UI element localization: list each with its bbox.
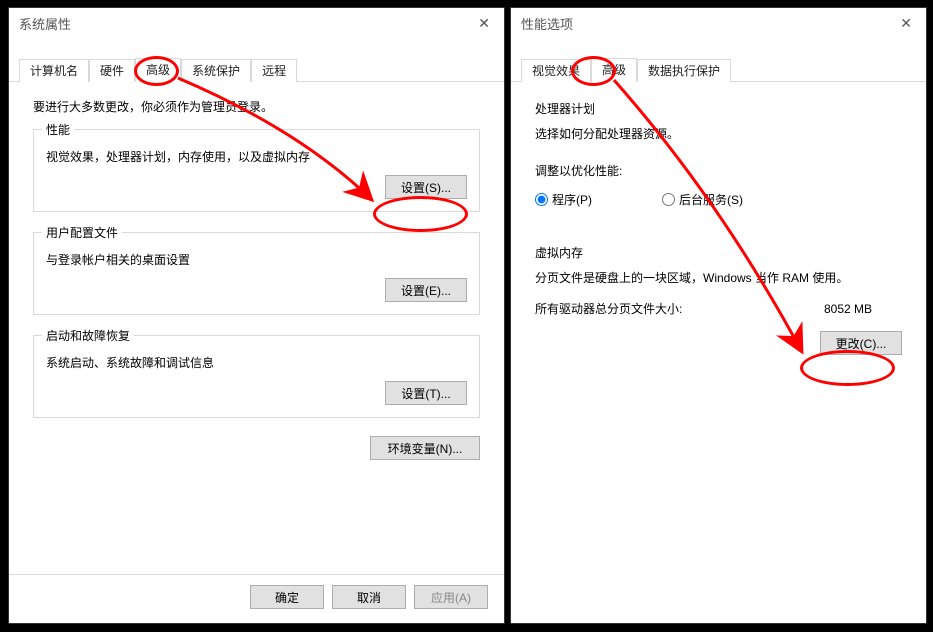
tabs-right: 视觉效果 高级 数据执行保护 <box>511 58 926 82</box>
processor-radio-row: 程序(P) 后台服务(S) <box>535 191 902 208</box>
group-performance-desc: 视觉效果，处理器计划，内存使用，以及虚拟内存 <box>46 148 467 165</box>
startup-recovery-settings-button[interactable]: 设置(T)... <box>385 381 467 405</box>
paging-total-value: 8052 MB <box>824 302 872 316</box>
cancel-button[interactable]: 取消 <box>332 585 406 609</box>
radio-programs-label: 程序(P) <box>552 191 592 208</box>
processor-scheduling-section: 处理器计划 选择如何分配处理器资源。 调整以优化性能: 程序(P) 后台服务(S… <box>535 100 902 208</box>
radio-background-services-input[interactable] <box>662 193 675 206</box>
virtual-memory-title: 虚拟内存 <box>535 244 902 261</box>
system-properties-dialog: 系统属性 ✕ 计算机名 硬件 高级 系统保护 远程 要进行大多数更改，你必须作为… <box>8 7 505 624</box>
dialog-title: 性能选项 <box>521 14 573 33</box>
processor-scheduling-title: 处理器计划 <box>535 100 902 117</box>
tab-remote[interactable]: 远程 <box>251 59 297 82</box>
tab-hardware[interactable]: 硬件 <box>89 59 135 82</box>
tabs-left: 计算机名 硬件 高级 系统保护 远程 <box>9 58 504 82</box>
close-icon[interactable]: ✕ <box>892 13 920 34</box>
vm-change-button[interactable]: 更改(C)... <box>820 331 902 355</box>
radio-background-services-label: 后台服务(S) <box>679 191 743 208</box>
tab-visual-effects[interactable]: 视觉效果 <box>521 59 591 82</box>
tab-advanced[interactable]: 高级 <box>135 58 181 82</box>
close-icon[interactable]: ✕ <box>470 13 498 34</box>
processor-scheduling-desc: 选择如何分配处理器资源。 <box>535 125 902 142</box>
virtual-memory-section: 虚拟内存 分页文件是硬盘上的一块区域，Windows 当作 RAM 使用。 所有… <box>535 244 902 355</box>
ok-button[interactable]: 确定 <box>250 585 324 609</box>
group-startup-recovery-desc: 系统启动、系统故障和调试信息 <box>46 354 467 371</box>
tab-computer-name[interactable]: 计算机名 <box>19 59 89 82</box>
titlebar-left: 系统属性 ✕ <box>9 8 504 38</box>
tab-advanced[interactable]: 高级 <box>591 58 637 82</box>
group-startup-recovery: 启动和故障恢复 系统启动、系统故障和调试信息 设置(T)... <box>33 335 480 418</box>
tab-system-protection[interactable]: 系统保护 <box>181 59 251 82</box>
group-performance-title: 性能 <box>42 121 74 138</box>
radio-programs-input[interactable] <box>535 193 548 206</box>
optimize-label: 调整以优化性能: <box>535 162 902 179</box>
group-startup-recovery-title: 启动和故障恢复 <box>42 327 134 344</box>
performance-settings-button[interactable]: 设置(S)... <box>385 175 467 199</box>
radio-background-services[interactable]: 后台服务(S) <box>662 191 743 208</box>
tab-dep[interactable]: 数据执行保护 <box>637 59 731 82</box>
radio-programs[interactable]: 程序(P) <box>535 191 592 208</box>
admin-note: 要进行大多数更改，你必须作为管理员登录。 <box>9 82 504 121</box>
titlebar-right: 性能选项 ✕ <box>511 8 926 38</box>
performance-options-dialog: 性能选项 ✕ 视觉效果 高级 数据执行保护 处理器计划 选择如何分配处理器资源。… <box>510 7 927 624</box>
paging-total-label: 所有驱动器总分页文件大小: <box>535 300 682 317</box>
apply-button[interactable]: 应用(A) <box>414 585 488 609</box>
user-profiles-settings-button[interactable]: 设置(E)... <box>385 278 467 302</box>
virtual-memory-desc: 分页文件是硬盘上的一块区域，Windows 当作 RAM 使用。 <box>535 269 902 286</box>
environment-variables-button[interactable]: 环境变量(N)... <box>370 436 480 460</box>
group-user-profiles-title: 用户配置文件 <box>42 224 122 241</box>
paging-total-row: 所有驱动器总分页文件大小: 8052 MB <box>535 300 902 317</box>
group-user-profiles-desc: 与登录帐户相关的桌面设置 <box>46 251 467 268</box>
dialog-title: 系统属性 <box>19 14 71 33</box>
group-user-profiles: 用户配置文件 与登录帐户相关的桌面设置 设置(E)... <box>33 232 480 315</box>
group-performance: 性能 视觉效果，处理器计划，内存使用，以及虚拟内存 设置(S)... <box>33 129 480 212</box>
dialog-buttons-left: 确定 取消 应用(A) <box>9 574 504 623</box>
